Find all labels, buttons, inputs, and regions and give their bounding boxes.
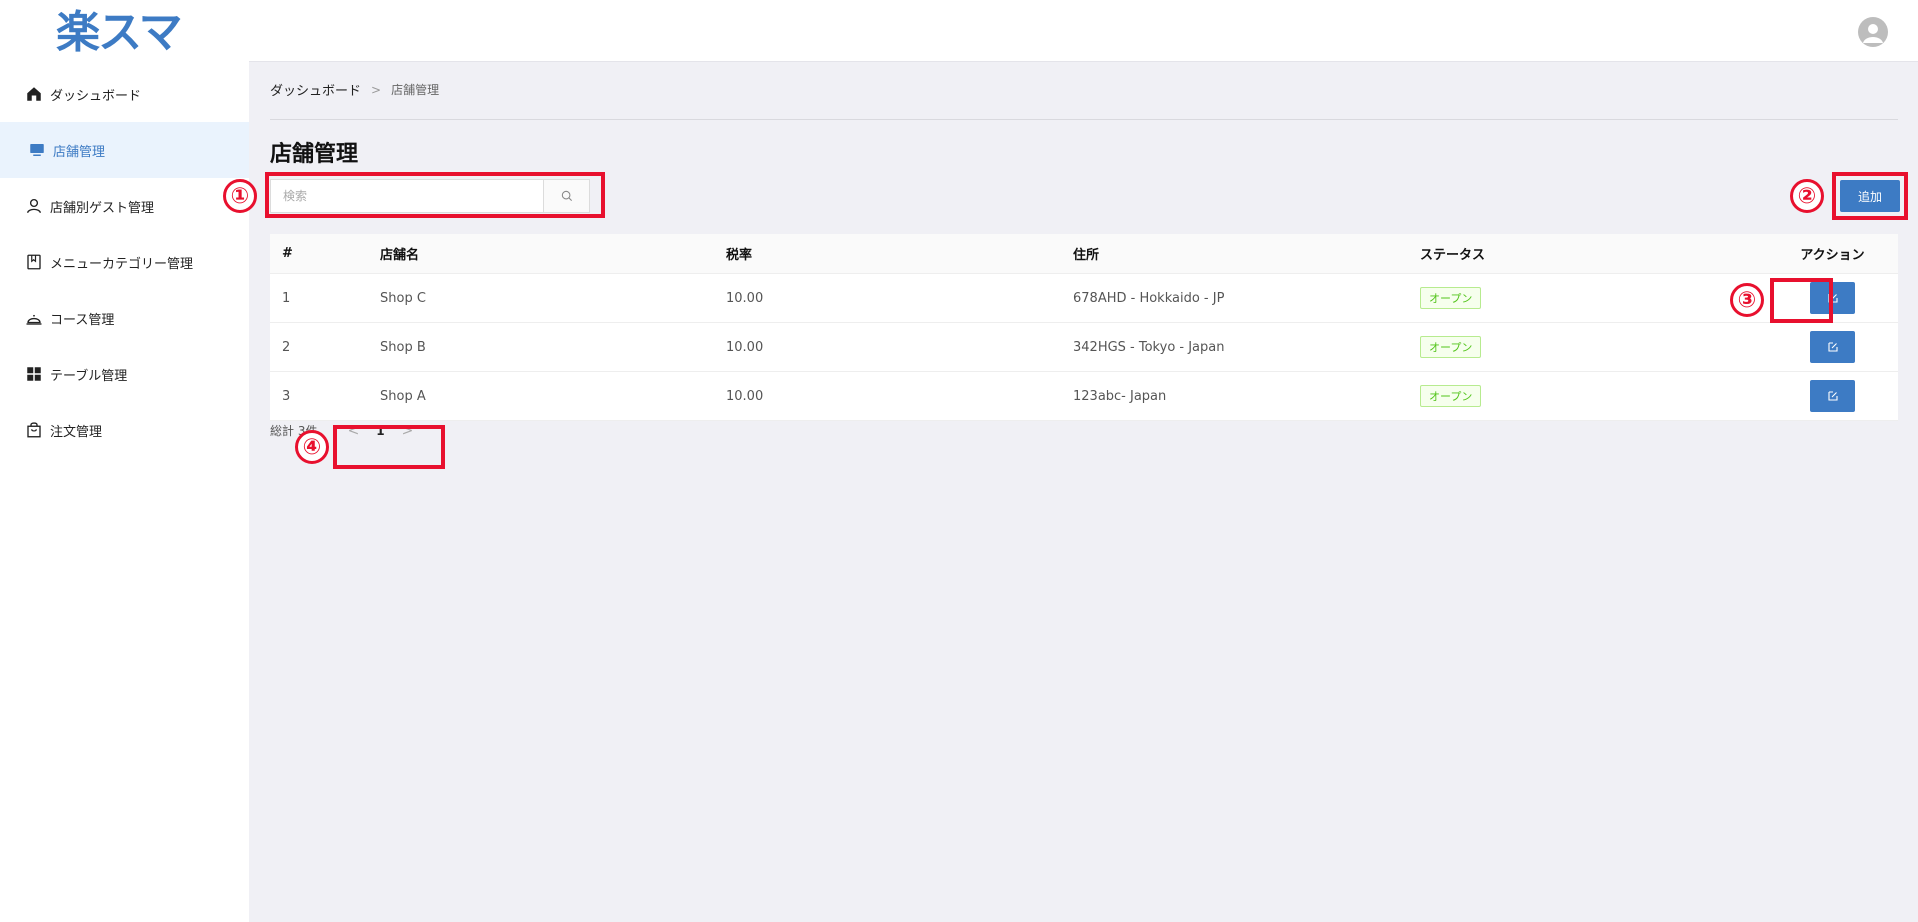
sidebar-item-table[interactable]: テーブル管理 [0, 346, 249, 402]
user-avatar-icon [1863, 24, 1883, 43]
table-row: 2 Shop B 10.00 342HGS - Tokyo - Japan オー… [270, 323, 1898, 372]
cell-num: 3 [282, 388, 291, 404]
sidebar-item-label: 店舗別ゲスト管理 [50, 200, 155, 216]
breadcrumb-separator: > [371, 82, 382, 97]
cell-status: オープン [1420, 336, 1767, 358]
sidebar-item-guest[interactable]: 店舗別ゲスト管理 [0, 178, 249, 234]
cell-tax: 10.00 [726, 388, 764, 404]
search-button[interactable] [543, 180, 589, 212]
search-icon [561, 190, 572, 202]
header-action: アクション [1800, 248, 1865, 263]
cell-address: 123abc- Japan [1073, 388, 1167, 404]
book-icon [24, 252, 44, 272]
header-address: 住所 [1073, 248, 1100, 263]
divider [270, 119, 1898, 120]
cell-address: 678AHD - Hokkaido - JP [1073, 290, 1225, 306]
header-name: 店舗名 [380, 248, 420, 263]
cell-name: Shop B [380, 339, 426, 355]
top-header [249, 0, 1918, 62]
pagination-page[interactable]: 1 [365, 424, 395, 438]
header-num: # [282, 246, 293, 261]
app-logo[interactable]: 楽スマ [56, 6, 196, 60]
cell-name: Shop C [380, 290, 426, 306]
edit-icon [1827, 342, 1838, 352]
edit-button[interactable] [1810, 380, 1855, 412]
sidebar-nav: ダッシュボード 店舗管理 店舗別ゲスト管理 メニューカテゴリー管理 コース管理 [0, 66, 249, 458]
sidebar-item-order[interactable]: 注文管理 [0, 402, 249, 458]
header-tax: 税率 [726, 248, 753, 263]
breadcrumb-home-link[interactable]: ダッシュボード [270, 80, 361, 99]
cell-action [1767, 331, 1898, 363]
edit-icon [1827, 293, 1838, 303]
sidebar-item-course[interactable]: コース管理 [0, 290, 249, 346]
search-input[interactable] [271, 180, 543, 212]
pagination: 総計 3件 < 1 > [270, 422, 419, 439]
header-status: ステータス [1420, 248, 1486, 263]
cell-tax: 10.00 [726, 339, 764, 355]
annotation-number-4: ④ [295, 430, 329, 464]
table-row: 3 Shop A 10.00 123abc- Japan オープン [270, 372, 1898, 421]
table-row: 1 Shop C 10.00 678AHD - Hokkaido - JP オー… [270, 274, 1898, 323]
sidebar-item-label: 注文管理 [50, 424, 103, 440]
cell-status: オープン [1420, 287, 1767, 309]
status-badge: オープン [1420, 385, 1482, 407]
cell-address: 342HGS - Tokyo - Japan [1073, 339, 1225, 355]
breadcrumb: ダッシュボード > 店舗管理 [270, 80, 440, 100]
edit-button[interactable] [1810, 331, 1855, 363]
cell-tax: 10.00 [726, 290, 764, 306]
sidebar-item-label: メニューカテゴリー管理 [50, 256, 194, 272]
annotation-number-3: ③ [1730, 283, 1764, 317]
sidebar: 楽スマ ダッシュボード 店舗管理 店舗別ゲスト管理 メニューカテゴリー管理 コー… [0, 0, 249, 922]
cell-action [1767, 380, 1898, 412]
pagination-prev[interactable]: < [341, 423, 365, 439]
store-icon [27, 140, 47, 160]
bell-icon [24, 308, 44, 328]
status-badge: オープン [1420, 287, 1482, 309]
avatar[interactable] [1858, 17, 1888, 47]
add-button[interactable]: 追加 [1840, 180, 1900, 212]
cell-action [1767, 282, 1898, 314]
page-title: 店舗管理 [270, 142, 359, 167]
logo-text: 楽スマ [56, 7, 183, 58]
annotation-number-1: ① [223, 179, 257, 213]
search-box [270, 179, 590, 213]
store-table: # 店舗名 税率 住所 ステータス アクション 1 Shop C 10.00 6… [270, 234, 1898, 421]
pagination-next[interactable]: > [395, 423, 419, 439]
breadcrumb-current: 店舗管理 [391, 83, 440, 97]
cell-num: 2 [282, 339, 291, 355]
annotation-number-2: ② [1790, 179, 1824, 213]
sidebar-item-store[interactable]: 店舗管理 [0, 122, 249, 178]
home-icon [24, 84, 44, 104]
edit-button[interactable] [1810, 282, 1855, 314]
cell-name: Shop A [380, 388, 426, 404]
sidebar-item-label: 店舗管理 [53, 144, 106, 160]
cell-num: 1 [282, 290, 291, 306]
status-badge: オープン [1420, 336, 1482, 358]
grid-icon [24, 364, 44, 384]
edit-icon [1827, 391, 1838, 401]
sidebar-item-label: テーブル管理 [50, 368, 128, 384]
sidebar-item-label: ダッシュボード [50, 88, 142, 104]
bag-icon [24, 420, 44, 440]
sidebar-item-dashboard[interactable]: ダッシュボード [0, 66, 249, 122]
sidebar-item-menu-category[interactable]: メニューカテゴリー管理 [0, 234, 249, 290]
cell-status: オープン [1420, 385, 1767, 407]
sidebar-item-label: コース管理 [50, 312, 115, 328]
table-header: # 店舗名 税率 住所 ステータス アクション [270, 234, 1898, 274]
user-icon [24, 196, 44, 216]
